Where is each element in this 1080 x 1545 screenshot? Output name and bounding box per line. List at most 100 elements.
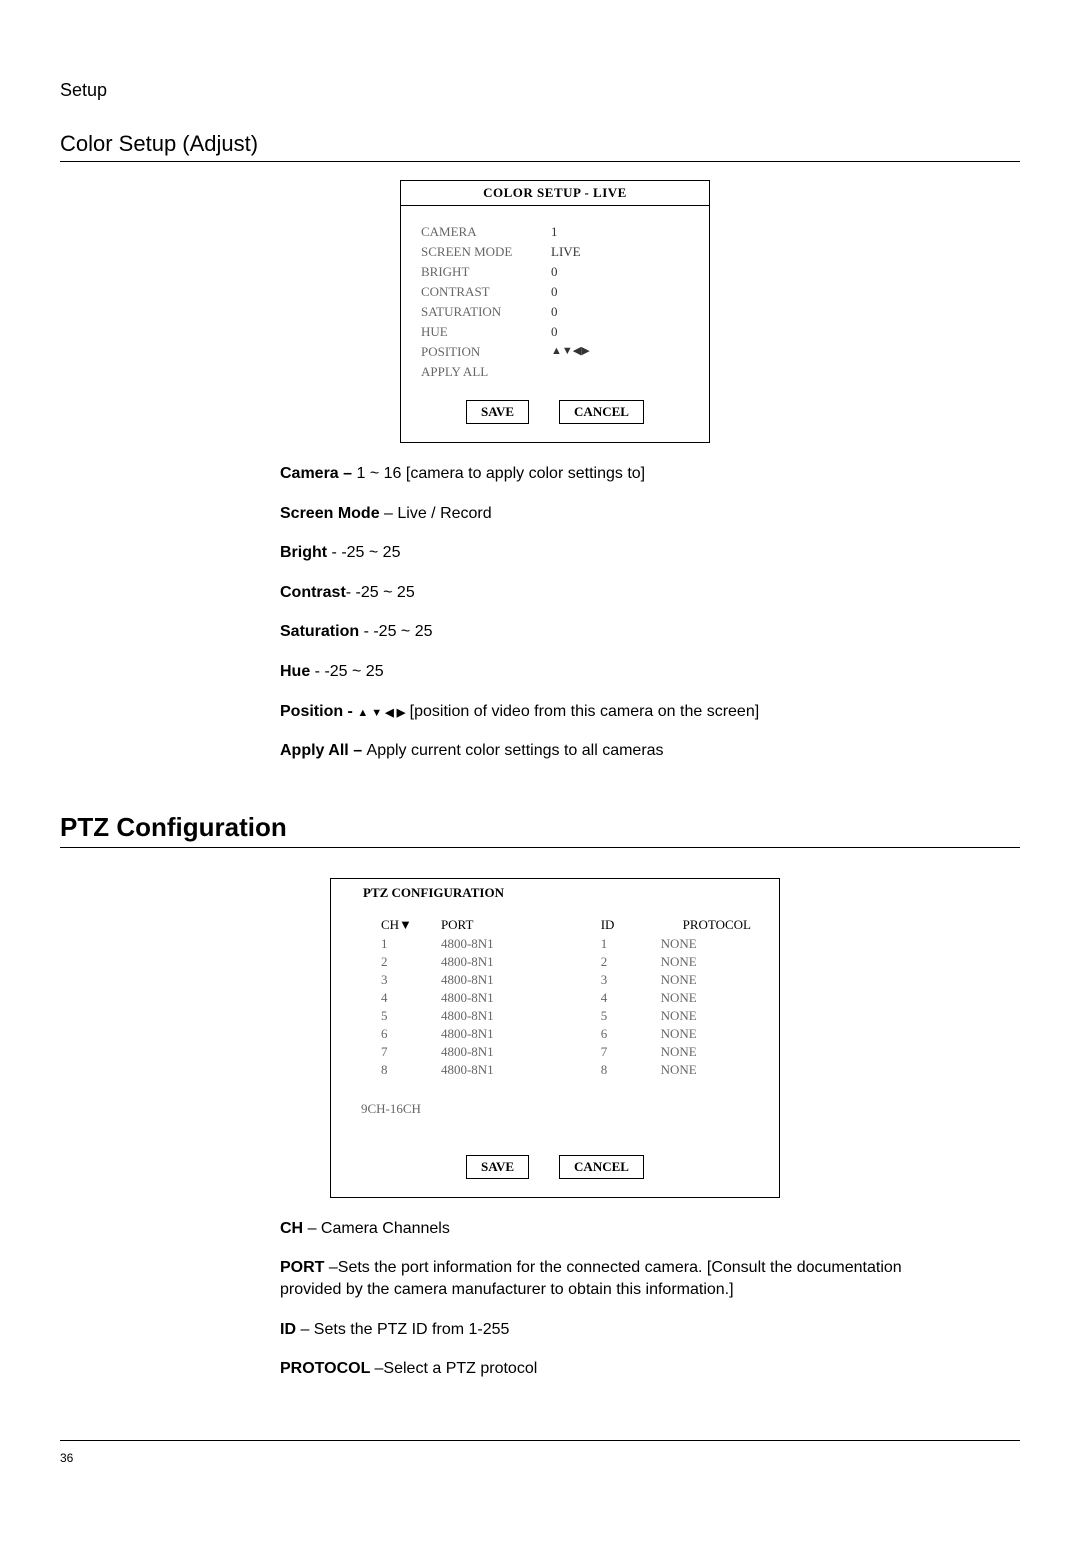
cell-ch: 2	[381, 953, 441, 971]
desc-protocol: PROTOCOL –Select a PTZ protocol	[280, 1358, 960, 1380]
cell-port: 4800-8N1	[441, 953, 601, 971]
desc-screen-mode: Screen Mode – Live / Record	[280, 503, 960, 525]
dialog-title: PTZ CONFIGURATION	[331, 879, 779, 911]
cell-ch: 5	[381, 1007, 441, 1025]
table-row: 84800-8N18NONE	[381, 1061, 751, 1079]
dialog-label: CAMERA	[421, 224, 551, 240]
cell-ch: 7	[381, 1043, 441, 1061]
cell-ch: 1	[381, 935, 441, 953]
dialog-row: CONTRAST0	[421, 284, 689, 300]
desc-bright: Bright - -25 ~ 25	[280, 542, 960, 564]
dialog-value: 0	[551, 304, 558, 320]
dialog-row: SCREEN MODELIVE	[421, 244, 689, 260]
cell-id: 8	[601, 1061, 661, 1079]
section-title-color-setup: Color Setup (Adjust)	[60, 131, 1020, 157]
table-row: 44800-8N14NONE	[381, 989, 751, 1007]
save-button[interactable]: SAVE	[466, 1155, 529, 1179]
ptz-table: CH▼ PORT ID PROTOCOL 14800-8N11NONE 2480…	[381, 917, 751, 1079]
table-row: 54800-8N15NONE	[381, 1007, 751, 1025]
cell-protocol: NONE	[661, 971, 751, 989]
table-row: 14800-8N11NONE	[381, 935, 751, 953]
cell-id: 3	[601, 971, 661, 989]
cell-id: 4	[601, 989, 661, 1007]
cell-protocol: NONE	[661, 953, 751, 971]
cell-protocol: NONE	[661, 935, 751, 953]
dialog-label: CONTRAST	[421, 284, 551, 300]
cell-port: 4800-8N1	[441, 1007, 601, 1025]
footer-divider	[60, 1440, 1020, 1441]
dialog-row: HUE0	[421, 324, 689, 340]
desc-camera: Camera – 1 ~ 16 [camera to apply color s…	[280, 463, 960, 485]
color-setup-dialog: COLOR SETUP - LIVE CAMERA1 SCREEN MODELI…	[400, 180, 710, 443]
cell-id: 5	[601, 1007, 661, 1025]
table-row: 24800-8N12NONE	[381, 953, 751, 971]
dialog-label: SCREEN MODE	[421, 244, 551, 260]
save-button[interactable]: SAVE	[466, 400, 529, 424]
dialog-value: 0	[551, 284, 558, 300]
cell-port: 4800-8N1	[441, 1043, 601, 1061]
desc-position: Position - ▲ ▼ ◀ ▶ [position of video fr…	[280, 701, 960, 723]
cell-protocol: NONE	[661, 1007, 751, 1025]
dialog-label: POSITION	[421, 344, 551, 360]
dialog-row: POSITION▲▼◀▶	[421, 344, 689, 360]
col-header-ch: CH▼	[381, 917, 441, 935]
cell-port: 4800-8N1	[441, 1061, 601, 1079]
table-row: 64800-8N16NONE	[381, 1025, 751, 1043]
desc-apply-all: Apply All – Apply current color settings…	[280, 740, 960, 762]
ptz-content: CH – Camera Channels PORT –Sets the port…	[280, 1218, 960, 1380]
desc-saturation: Saturation - -25 ~ 25	[280, 621, 960, 643]
section-title-ptz: PTZ Configuration	[60, 812, 1020, 843]
col-header-protocol: PROTOCOL	[661, 917, 751, 935]
cell-port: 4800-8N1	[441, 1025, 601, 1043]
divider	[60, 161, 1020, 162]
dialog-button-row: SAVE CANCEL	[401, 390, 709, 442]
cell-id: 6	[601, 1025, 661, 1043]
table-row: 34800-8N13NONE	[381, 971, 751, 989]
cancel-button[interactable]: CANCEL	[559, 400, 644, 424]
dialog-row: SATURATION0	[421, 304, 689, 320]
page-number: 36	[60, 1451, 1020, 1465]
dialog-value: 1	[551, 224, 558, 240]
cell-ch: 8	[381, 1061, 441, 1079]
dialog-value: LIVE	[551, 244, 581, 260]
dialog-label: HUE	[421, 324, 551, 340]
cell-ch: 4	[381, 989, 441, 1007]
dialog-title: COLOR SETUP - LIVE	[401, 181, 709, 206]
cell-ch: 6	[381, 1025, 441, 1043]
dialog-value: 0	[551, 264, 558, 280]
cell-id: 2	[601, 953, 661, 971]
cell-port: 4800-8N1	[441, 971, 601, 989]
cell-id: 7	[601, 1043, 661, 1061]
cancel-button[interactable]: CANCEL	[559, 1155, 644, 1179]
desc-port: PORT –Sets the port information for the …	[280, 1257, 960, 1300]
col-header-port: PORT	[441, 917, 601, 935]
page-header: Setup	[60, 80, 1020, 101]
ptz-config-dialog: PTZ CONFIGURATION CH▼ PORT ID PROTOCOL 1…	[330, 878, 780, 1198]
desc-contrast: Contrast- -25 ~ 25	[280, 582, 960, 604]
cell-protocol: NONE	[661, 1043, 751, 1061]
desc-hue: Hue - -25 ~ 25	[280, 661, 960, 683]
arrow-icons: ▲ ▼ ◀ ▶	[357, 707, 405, 719]
cell-ch: 3	[381, 971, 441, 989]
color-setup-content: Camera – 1 ~ 16 [camera to apply color s…	[280, 463, 960, 762]
col-header-id: ID	[601, 917, 661, 935]
dialog-value-arrows: ▲▼◀▶	[551, 344, 590, 360]
dialog-row: BRIGHT0	[421, 264, 689, 280]
cell-protocol: NONE	[661, 1061, 751, 1079]
dialog-row: CAMERA1	[421, 224, 689, 240]
cell-protocol: NONE	[661, 1025, 751, 1043]
dialog-label: SATURATION	[421, 304, 551, 320]
ptz-channel-range: 9CH-16CH	[331, 1087, 779, 1145]
desc-ch: CH – Camera Channels	[280, 1218, 960, 1240]
cell-protocol: NONE	[661, 989, 751, 1007]
table-row: 74800-8N17NONE	[381, 1043, 751, 1061]
dialog-body: CAMERA1 SCREEN MODELIVE BRIGHT0 CONTRAST…	[401, 206, 709, 390]
dialog-value: 0	[551, 324, 558, 340]
divider	[60, 847, 1020, 848]
dialog-button-row: SAVE CANCEL	[331, 1145, 779, 1197]
table-header-row: CH▼ PORT ID PROTOCOL	[381, 917, 751, 935]
dialog-label: APPLY ALL	[421, 364, 551, 380]
desc-id: ID – Sets the PTZ ID from 1-255	[280, 1319, 960, 1341]
ptz-table-area: CH▼ PORT ID PROTOCOL 14800-8N11NONE 2480…	[331, 911, 779, 1087]
dialog-row: APPLY ALL	[421, 364, 689, 380]
